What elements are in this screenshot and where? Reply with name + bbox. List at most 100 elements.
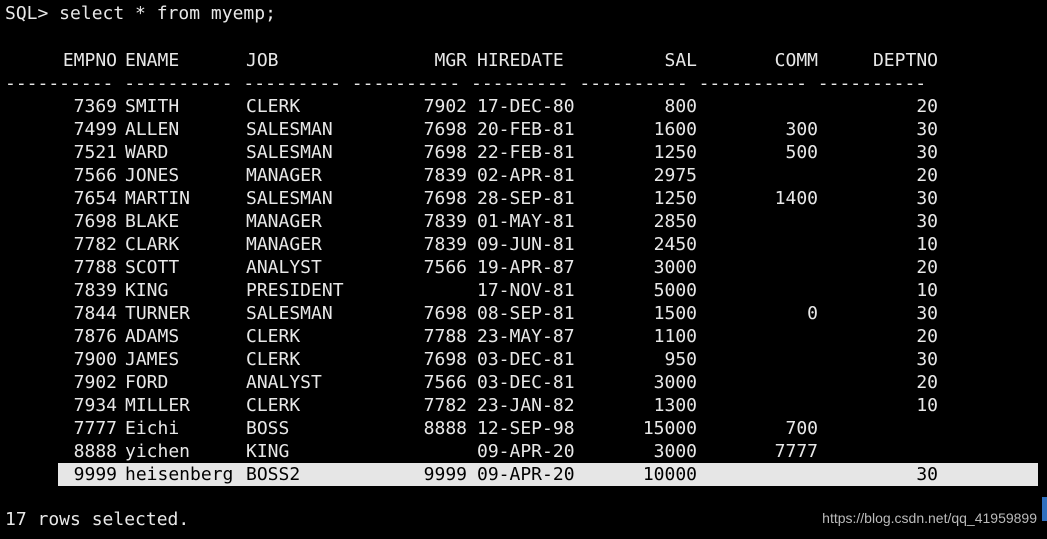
cell-deptno: 20	[916, 165, 938, 186]
table-row: 7698 BLAKE MANAGER 7839 01-MAY-81 2850 30	[5, 210, 1045, 233]
cell-hiredate: 01-MAY-81	[477, 211, 575, 232]
cell-sal: 10000	[642, 464, 697, 485]
cell-ename: BLAKE	[125, 211, 180, 232]
cell-mgr: 7566	[423, 372, 467, 393]
cell-deptno: 10	[916, 280, 938, 301]
cell-sal: 3000	[653, 257, 697, 278]
cell-empno: 7369	[73, 96, 117, 117]
cell-sal: 1300	[653, 395, 697, 416]
cell-comm	[710, 371, 818, 394]
cell-ename: ADAMS	[125, 326, 180, 347]
table-row-highlighted: 9999 heisenberg BOSS2 9999 09-APR-20 10000 30	[58, 463, 1038, 486]
cell-mgr: 7839	[423, 234, 467, 255]
cell-hiredate: 23-JAN-82	[477, 395, 575, 416]
cell-deptno: 10	[916, 395, 938, 416]
table-row: 7934 MILLER CLERK 7782 23-JAN-82 1300 10	[5, 394, 1045, 417]
column-header-deptno: DEPTNO	[872, 50, 938, 71]
table-row: 7782 CLARK MANAGER 7839 09-JUN-81 2450 10	[5, 233, 1045, 256]
cell-mgr: 7698	[423, 188, 467, 209]
watermark-url: https://blog.csdn.net/qq_41959899	[822, 510, 1037, 526]
cell-comm: 300	[785, 119, 818, 140]
cell-hiredate: 09-APR-20	[477, 441, 575, 462]
table-row: 8888 yichen KING 09-APR-20 3000 7777	[5, 440, 1045, 463]
cell-ename: FORD	[125, 372, 169, 393]
cell-deptno: 30	[916, 349, 938, 370]
cell-ename: yichen	[125, 441, 191, 462]
table-row: 7844 TURNER SALESMAN 7698 08-SEP-81 1500 0 30	[5, 302, 1045, 325]
sql-command-line: SQL> select * from myemp;	[5, 3, 276, 24]
cell-deptno: 20	[916, 326, 938, 347]
cell-job: ANALYST	[246, 372, 322, 393]
cell-mgr: 7782	[423, 395, 467, 416]
cell-empno: 7499	[73, 119, 117, 140]
column-header-hiredate: HIREDATE	[477, 50, 564, 71]
cell-job: SALESMAN	[246, 142, 333, 163]
cell-empno: 7902	[73, 372, 117, 393]
table-row: 7654 MARTIN SALESMAN 7698 28-SEP-81 1250 1400 3…	[5, 187, 1045, 210]
cell-job: CLERK	[246, 326, 301, 347]
cell-comm	[710, 210, 818, 233]
cell-empno: 7698	[73, 211, 117, 232]
cell-job: MANAGER	[246, 234, 322, 255]
table-row: 7499 ALLEN SALESMAN 7698 20-FEB-81 1600 300 30	[5, 118, 1045, 141]
table-row: 7521 WARD SALESMAN 7698 22-FEB-81 1250 500 30	[5, 141, 1045, 164]
cell-hiredate: 09-APR-20	[477, 464, 575, 485]
cell-deptno	[830, 440, 938, 463]
cell-hiredate: 08-SEP-81	[477, 303, 575, 324]
cell-comm	[710, 394, 818, 417]
table-row: 7566 JONES MANAGER 7839 02-APR-81 2975 20	[5, 164, 1045, 187]
cell-ename: heisenberg	[125, 464, 234, 485]
cell-job: BOSS	[246, 418, 290, 439]
cell-deptno: 20	[916, 257, 938, 278]
cell-comm: 1400	[774, 188, 818, 209]
cell-job: KING	[246, 441, 290, 462]
cell-sal: 950	[664, 349, 697, 370]
cell-mgr: 7698	[423, 142, 467, 163]
table-row: 7876 ADAMS CLERK 7788 23-MAY-87 1100 20	[5, 325, 1045, 348]
cell-empno: 8888	[73, 441, 117, 462]
cell-ename: CLARK	[125, 234, 180, 255]
cell-ename: TURNER	[125, 303, 191, 324]
cell-sal: 1250	[653, 188, 697, 209]
cell-empno: 7876	[73, 326, 117, 347]
cell-sal: 800	[664, 96, 697, 117]
cell-hiredate: 23-MAY-87	[477, 326, 575, 347]
cell-hiredate: 20-FEB-81	[477, 119, 575, 140]
table-row: 7777 Eichi BOSS 8888 12-SEP-98 15000 700	[5, 417, 1045, 440]
cell-comm	[710, 233, 818, 256]
cell-job: BOSS2	[246, 464, 301, 485]
cell-deptno: 30	[916, 303, 938, 324]
cell-hiredate: 03-DEC-81	[477, 349, 575, 370]
cell-sal: 2975	[653, 165, 697, 186]
cell-comm	[710, 256, 818, 279]
cell-hiredate: 19-APR-87	[477, 257, 575, 278]
cell-sal: 2450	[653, 234, 697, 255]
cell-sal: 1600	[653, 119, 697, 140]
cell-comm: 500	[785, 142, 818, 163]
cell-comm: 7777	[774, 441, 818, 462]
cell-job: SALESMAN	[246, 303, 333, 324]
cell-deptno	[830, 417, 938, 440]
cell-comm	[710, 348, 818, 371]
cell-empno: 7900	[73, 349, 117, 370]
column-header-empno: EMPNO	[62, 50, 117, 71]
status-message: 17 rows selected.	[5, 509, 190, 530]
table-row: 7902 FORD ANALYST 7566 03-DEC-81 3000 20	[5, 371, 1045, 394]
result-header-row: EMPNO ENAME JOB MGR HIREDATE SAL COMM DEPTNO	[5, 49, 1045, 72]
cell-deptno: 30	[916, 142, 938, 163]
column-header-sal: SAL	[664, 50, 697, 71]
cell-comm: 0	[807, 303, 818, 324]
scrollbar-thumb[interactable]	[1042, 497, 1047, 521]
cell-job: SALESMAN	[246, 188, 333, 209]
cell-ename: SCOTT	[125, 257, 180, 278]
cell-mgr: 7902	[423, 96, 467, 117]
cell-empno: 7521	[73, 142, 117, 163]
cell-mgr: 7839	[423, 211, 467, 232]
cell-sal: 1250	[653, 142, 697, 163]
cell-empno: 7844	[73, 303, 117, 324]
cell-mgr	[365, 440, 467, 463]
cell-empno: 9999	[73, 464, 117, 485]
table-row: 7788 SCOTT ANALYST 7566 19-APR-87 3000 20	[5, 256, 1045, 279]
cell-hiredate: 28-SEP-81	[477, 188, 575, 209]
column-header-mgr: MGR	[434, 50, 467, 71]
